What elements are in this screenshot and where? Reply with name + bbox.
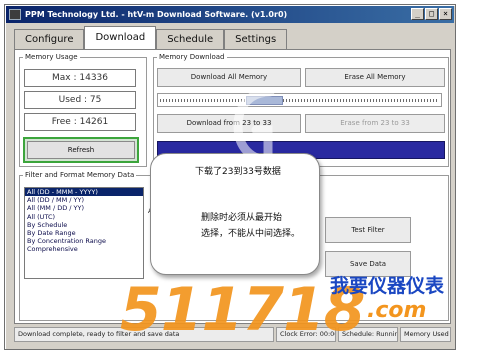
max-memory-value: Max : 14336 [24,69,136,87]
list-item[interactable]: Comprehensive [25,245,143,253]
tab-settings[interactable]: Settings [224,29,288,50]
list-item[interactable]: All (DD / MM / YY) [25,196,143,204]
filter-format-legend: Filter and Format Memory Data [25,171,135,179]
minimize-button[interactable]: _ [411,8,424,20]
refresh-highlight: Refresh [23,137,139,163]
slider-ticks [160,99,439,102]
list-item[interactable]: By Date Range [25,229,143,237]
memory-used-status: Memory Used 1% [400,327,451,342]
download-all-button[interactable]: Download All Memory [157,68,301,87]
used-memory-value: Used : 75 [24,91,136,109]
maximize-button[interactable]: □ [425,8,438,20]
callout-line-3: 选择，不能从中间选择。 [201,229,301,239]
download-range-button[interactable]: Download from 23 to 33 [157,114,301,133]
range-slider[interactable] [157,93,442,107]
watermark-domain-suffix: .com [367,298,427,323]
watermark-chinese-text: 我要仪器仪表 [330,275,445,297]
callout-line-2: 删除时必须从最开始 [201,213,283,223]
watermark-logo-icon [233,87,275,165]
tab-bar: Configure Download Schedule Settings [14,26,288,50]
list-item[interactable]: By Concentration Range [25,237,143,245]
test-filter-button[interactable]: Test Filter [325,217,411,243]
filter-format-list[interactable]: All (DD - MMM - YYYY) All (DD / MM / YY)… [24,187,144,279]
title-bar: PPM Technology Ltd. - htV-m Download Sof… [6,6,454,23]
memory-usage-legend: Memory Usage [25,53,78,61]
list-item[interactable]: All (MM / DD / YY) [25,204,143,212]
tab-download[interactable]: Download [84,26,157,50]
list-item[interactable]: All (DD - MMM - YYYY) [25,188,143,197]
close-button[interactable]: × [439,8,452,20]
memory-download-group: Memory Download Download All Memory Eras… [153,53,449,167]
list-item[interactable]: All (UTC) [25,213,143,221]
free-memory-value: Free : 14261 [24,113,136,131]
annotation-callout: 下载了23到33号数据 删除时必须从最开始 选择，不能从中间选择。 [150,153,320,275]
window-controls: _ □ × [411,8,452,20]
app-icon [9,9,21,20]
window-title: PPM Technology Ltd. - htV-m Download Sof… [25,10,288,19]
refresh-button[interactable]: Refresh [27,141,135,159]
tab-schedule[interactable]: Schedule [156,29,225,50]
tab-configure[interactable]: Configure [14,29,85,50]
memory-usage-group: Memory Usage Max : 14336 Used : 75 Free … [19,53,147,167]
erase-range-button[interactable]: Erase from 23 to 33 [305,114,445,133]
erase-all-button[interactable]: Erase All Memory [305,68,445,87]
watermark-number: 511718 [120,275,365,345]
list-item[interactable]: By Schedule [25,221,143,229]
memory-download-legend: Memory Download [159,53,225,61]
